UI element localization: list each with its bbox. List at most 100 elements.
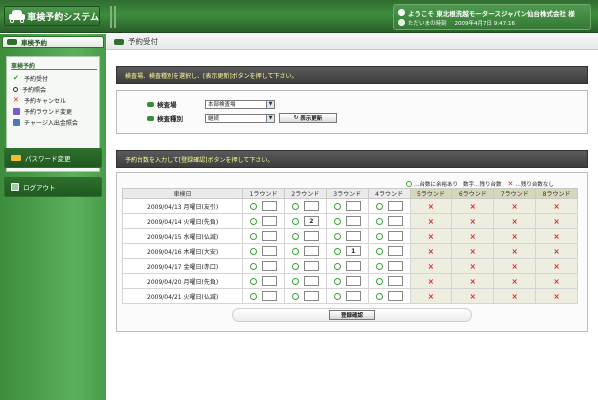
x-icon: ×: [511, 276, 518, 286]
round-cell-closed: ×: [535, 213, 578, 229]
sidebar-item-inquiry[interactable]: 予約照会: [13, 84, 46, 94]
available-circle-icon: [249, 262, 257, 270]
quantity-input[interactable]: [261, 201, 277, 211]
round-cell-closed: ×: [409, 288, 453, 304]
col-header-round-4: 4ラウンド: [367, 188, 411, 199]
sidebar-item-charge[interactable]: チャージ入出金照会: [13, 117, 78, 127]
available-circle-icon: [249, 202, 257, 210]
available-circle-icon: [291, 247, 299, 255]
quantity-input[interactable]: [345, 276, 361, 286]
quantity-input[interactable]: [261, 291, 277, 301]
sidebar-item-label: 予約キャンセル: [24, 97, 67, 105]
quantity-input[interactable]: [303, 291, 319, 301]
round-cell-content: [327, 291, 368, 301]
x-icon: ×: [469, 201, 476, 211]
round-cell-closed: ×: [493, 228, 537, 244]
instruction-bar-entry: 予約台数を入力して[登録確認]ボタンを押して下さい。: [116, 150, 588, 168]
instruction-bar-search: 検査場、検査種別を選択し、[表示更新]ボタンを押して下さい。: [116, 66, 588, 84]
table-row: 2009/04/14 火曜日(先負) 2 × × × ×: [122, 213, 578, 229]
key-icon: [11, 155, 21, 161]
x-icon: ✕: [507, 180, 514, 188]
quantity-input[interactable]: [345, 261, 361, 271]
quantity-input[interactable]: [261, 261, 277, 271]
quantity-input[interactable]: [303, 231, 319, 241]
submit-bar: 登録確認: [232, 308, 472, 322]
quantity-input[interactable]: [387, 261, 403, 271]
logout-icon: [11, 183, 19, 191]
quantity-input[interactable]: 2: [303, 216, 319, 226]
x-icon: ×: [553, 231, 560, 241]
password-change-button[interactable]: パスワード変更: [4, 148, 102, 168]
sidebar-item-reservation[interactable]: ✔ 予約受付: [13, 73, 48, 83]
quantity-input[interactable]: [261, 276, 277, 286]
round-cell: [325, 288, 369, 304]
round-cell: 1: [325, 243, 369, 259]
quantity-input[interactable]: [345, 201, 361, 211]
round-cell-content: [327, 261, 368, 271]
quantity-input[interactable]: [387, 246, 403, 256]
round-cell: [242, 198, 285, 214]
quantity-input[interactable]: [387, 201, 403, 211]
round-cell-content: [327, 201, 368, 211]
round-cell-content: [369, 261, 410, 271]
app-title: 車検予約システム: [27, 12, 99, 23]
legend-none: …残り台数なし: [515, 182, 554, 188]
round-cell-closed: ×: [409, 258, 453, 274]
sidebar-item-round-change[interactable]: 予約ラウンド変更: [13, 106, 72, 116]
quantity-input[interactable]: [303, 276, 319, 286]
round-cell: [325, 258, 369, 274]
current-time-value: 2009年4月7日 9:47:16: [454, 21, 515, 27]
quantity-input[interactable]: [345, 291, 361, 301]
quantity-input[interactable]: [261, 216, 277, 226]
table-row: 2009/04/13 月曜日(友引) × × × ×: [122, 198, 578, 214]
round-cell: [367, 213, 411, 229]
quantity-input[interactable]: [345, 216, 361, 226]
car-icon: [8, 9, 25, 23]
round-cell-closed: ×: [493, 243, 537, 259]
legend-remaining: 数字…残り台数: [463, 182, 502, 188]
round-cell-content: [369, 246, 410, 256]
quantity-input[interactable]: [387, 291, 403, 301]
x-icon: ×: [469, 231, 476, 241]
sidebar-item-cancel[interactable]: ✕ 予約キャンセル: [13, 95, 66, 105]
round-cell-content: [243, 216, 284, 226]
quantity-input[interactable]: [261, 246, 277, 256]
inspection-site-select[interactable]: 本部検査場 ▼: [205, 99, 275, 109]
x-icon: ×: [553, 246, 560, 256]
inspection-site-value: 本部検査場: [208, 102, 236, 108]
password-change-label: パスワード変更: [25, 155, 71, 163]
sidebar-tab-inspection[interactable]: 車検予約: [2, 36, 104, 48]
table-row: 2009/04/17 金曜日(赤口) × × × ×: [122, 258, 578, 274]
round-cell-closed: ×: [451, 213, 495, 229]
round-cell-closed: ×: [409, 273, 453, 289]
round-cell: [367, 198, 411, 214]
round-cell: 2: [283, 213, 327, 229]
quantity-input[interactable]: 1: [345, 246, 361, 256]
quantity-input[interactable]: [303, 261, 319, 271]
available-circle-icon: [333, 232, 341, 240]
confirm-registration-button[interactable]: 登録確認: [329, 310, 375, 320]
available-circle-icon: [333, 217, 341, 225]
round-cell: [283, 243, 327, 259]
quantity-input[interactable]: [345, 231, 361, 241]
table-row: 2009/04/15 水曜日(仏滅) × × × ×: [122, 228, 578, 244]
quantity-input[interactable]: [387, 276, 403, 286]
col-header-round-1: 1ラウンド: [242, 188, 285, 199]
quantity-input[interactable]: [387, 216, 403, 226]
logout-button[interactable]: ログアウト: [4, 177, 102, 197]
refresh-button[interactable]: ↻ 表示更新: [279, 113, 337, 123]
quantity-input[interactable]: [387, 231, 403, 241]
x-icon: ×: [469, 261, 476, 271]
quantity-input[interactable]: [261, 231, 277, 241]
round-cell-closed: ×: [493, 258, 537, 274]
round-cell: [283, 258, 327, 274]
round-cell-closed: ×: [493, 213, 537, 229]
quantity-input[interactable]: [303, 201, 319, 211]
quantity-input[interactable]: [303, 246, 319, 256]
inspection-type-select[interactable]: 継続 ▼: [205, 113, 275, 123]
inspection-type-label-text: 検査種別: [157, 115, 183, 123]
available-circle-icon: [375, 202, 383, 210]
welcome-text: ようこそ 東北根洗越モータースジャパン仙台株式会社 様: [408, 10, 575, 18]
round-cell-closed: ×: [493, 288, 537, 304]
round-cell-closed: ×: [493, 273, 537, 289]
